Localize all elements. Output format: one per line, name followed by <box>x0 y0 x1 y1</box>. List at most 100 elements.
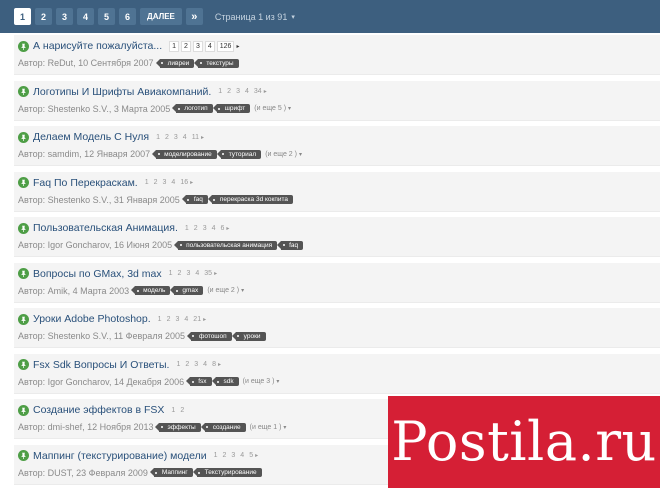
topic-page-link[interactable]: 4 <box>245 88 249 95</box>
topic-page-link[interactable]: 3 <box>236 88 240 95</box>
tag-label[interactable]: Текстурирование <box>192 468 262 477</box>
topic-page-link[interactable]: 3 <box>203 225 207 232</box>
tag-label[interactable]: ливреи <box>155 58 195 68</box>
more-tags-dropdown[interactable]: (и еще 1 ) ▾ <box>250 424 287 431</box>
page-1-button[interactable]: 1 <box>14 8 31 25</box>
chevron-right-icon[interactable]: ▸ <box>218 361 221 368</box>
topic-page-link[interactable]: 5 <box>249 452 253 459</box>
chevron-right-icon[interactable]: ▸ <box>190 179 193 186</box>
chevron-right-icon[interactable]: ▸ <box>255 452 258 459</box>
topic-title-link[interactable]: Faq По Перекраскам. <box>33 177 138 189</box>
topic-page-link[interactable]: 4 <box>240 452 244 459</box>
topic-page-link[interactable]: 3 <box>192 40 203 52</box>
topic-page-link[interactable]: 2 <box>178 270 182 277</box>
last-page-button[interactable]: » <box>185 8 203 25</box>
topic-page-link[interactable]: 4 <box>204 40 215 52</box>
tag-label[interactable]: создание <box>200 422 246 432</box>
topic-page-link[interactable]: 2 <box>180 407 184 414</box>
more-tags-dropdown[interactable]: (и еще 3 ) ▾ <box>243 378 280 385</box>
more-tags-dropdown[interactable]: (и еще 5 ) ▾ <box>254 105 291 112</box>
topic-page-link[interactable]: 126 <box>216 40 235 52</box>
topic-page-link[interactable]: 1 <box>171 407 175 414</box>
tag-label[interactable]: текстуры <box>194 58 239 68</box>
tag-label[interactable]: уроки <box>231 331 266 341</box>
tag-label[interactable]: эффекты <box>155 422 201 432</box>
topic-page-link[interactable]: 2 <box>167 316 171 323</box>
topic-page-link[interactable]: 3 <box>163 179 167 186</box>
chevron-right-icon[interactable]: ▸ <box>203 316 206 323</box>
topic-page-link[interactable]: 4 <box>203 361 207 368</box>
topic-page-link[interactable]: 3 <box>174 134 178 141</box>
topic-page-link[interactable]: 2 <box>181 40 191 52</box>
page-4-button[interactable]: 4 <box>77 8 94 25</box>
chevron-right-icon[interactable]: ▸ <box>264 88 267 95</box>
topic-page-link[interactable]: 16 <box>180 179 188 186</box>
tag-label[interactable]: faq <box>277 240 304 250</box>
topic-title-link[interactable]: А нарисуйте пожалуйста... <box>33 40 162 52</box>
chevron-right-icon[interactable]: ▸ <box>214 270 217 277</box>
topic-page-link[interactable]: 1 <box>169 270 173 277</box>
topic-page-link[interactable]: 2 <box>165 134 169 141</box>
topic-title-link[interactable]: Вопросы по GMax, 3d max <box>33 268 162 280</box>
topic-page-link[interactable]: 1 <box>214 452 218 459</box>
topic-page-link[interactable]: 1 <box>185 225 189 232</box>
chevron-right-icon[interactable]: ▸ <box>201 134 204 141</box>
tag-label[interactable]: логотип <box>172 104 213 113</box>
topic-title-link[interactable]: Делаем Модель С Нуля <box>33 131 149 143</box>
chevron-right-icon[interactable]: ▸ <box>236 43 239 50</box>
topic-page-link[interactable]: 35 <box>204 270 212 277</box>
tag-label[interactable]: Маппинг <box>149 468 193 477</box>
topic-page-link[interactable]: 4 <box>212 225 216 232</box>
tag-label[interactable]: пользовательская анимация <box>174 240 278 250</box>
topic-page-link[interactable]: 2 <box>227 88 231 95</box>
tag-label[interactable]: fsx <box>186 377 212 386</box>
topic-page-link[interactable]: 1 <box>156 134 160 141</box>
next-page-button[interactable]: ДАЛЕЕ <box>140 8 182 25</box>
topic-page-link[interactable]: 3 <box>186 270 190 277</box>
chevron-right-icon[interactable]: ▸ <box>226 225 229 232</box>
topic-page-link[interactable]: 4 <box>195 270 199 277</box>
topic-title-link[interactable]: Уроки Adobe Photoshop. <box>33 313 151 325</box>
tag-label[interactable]: фотошоп <box>186 331 232 341</box>
topic-page-link[interactable]: 1 <box>218 88 222 95</box>
topic-title-link[interactable]: Fsx Sdk Вопросы И Ответы. <box>33 359 169 371</box>
topic-page-link[interactable]: 1 <box>158 316 162 323</box>
tag-label[interactable]: sdk <box>211 377 239 386</box>
page-6-button[interactable]: 6 <box>119 8 136 25</box>
topic-page-link[interactable]: 1 <box>169 40 180 52</box>
page-3-button[interactable]: 3 <box>56 8 73 25</box>
topic-page-link[interactable]: 34 <box>254 88 262 95</box>
tag-label[interactable]: gmax <box>170 286 204 295</box>
topic-title-link[interactable]: Логотипы И Шрифты Авиакомпаний. <box>33 86 211 98</box>
topic-title-link[interactable]: Создание эффектов в FSX <box>33 404 164 416</box>
topic-page-link[interactable]: 6 <box>221 225 225 232</box>
tag-label[interactable]: faq <box>181 195 208 204</box>
topic-page-link[interactable]: 4 <box>184 316 188 323</box>
topic-page-link[interactable]: 11 <box>192 134 199 141</box>
topic-page-link[interactable]: 1 <box>176 361 180 368</box>
more-tags-dropdown[interactable]: (и еще 2 ) ▾ <box>265 151 302 158</box>
topic-page-link[interactable]: 21 <box>193 316 201 323</box>
page-5-button[interactable]: 5 <box>98 8 115 25</box>
page-jump-dropdown[interactable]: Страница 1 из 91 ▾ <box>215 12 295 22</box>
tag-label[interactable]: перекраска 3d кокпита <box>207 195 294 204</box>
tag-label[interactable]: моделирование <box>152 149 217 159</box>
topic-page-link[interactable]: 8 <box>212 361 216 368</box>
tag-label[interactable]: модель <box>131 286 171 295</box>
topic-page-link[interactable]: 2 <box>222 452 226 459</box>
topic-title-link[interactable]: Маппинг (текстурирование) модели <box>33 450 207 462</box>
topic-page-link[interactable]: 3 <box>194 361 198 368</box>
topic-page-link[interactable]: 2 <box>154 179 158 186</box>
tag-label[interactable]: туториал <box>216 149 262 159</box>
more-tags-dropdown[interactable]: (и еще 2 ) ▾ <box>207 287 244 294</box>
topic-page-link[interactable]: 3 <box>231 452 235 459</box>
tag-label[interactable]: шрифт <box>212 104 251 113</box>
page-2-button[interactable]: 2 <box>35 8 52 25</box>
topic-title-link[interactable]: Пользовательская Анимация. <box>33 222 178 234</box>
topic-page-link[interactable]: 4 <box>183 134 187 141</box>
topic-page-link[interactable]: 2 <box>194 225 198 232</box>
topic-page-link[interactable]: 4 <box>171 179 175 186</box>
topic-page-link[interactable]: 2 <box>185 361 189 368</box>
topic-page-link[interactable]: 1 <box>145 179 149 186</box>
topic-page-link[interactable]: 3 <box>175 316 179 323</box>
